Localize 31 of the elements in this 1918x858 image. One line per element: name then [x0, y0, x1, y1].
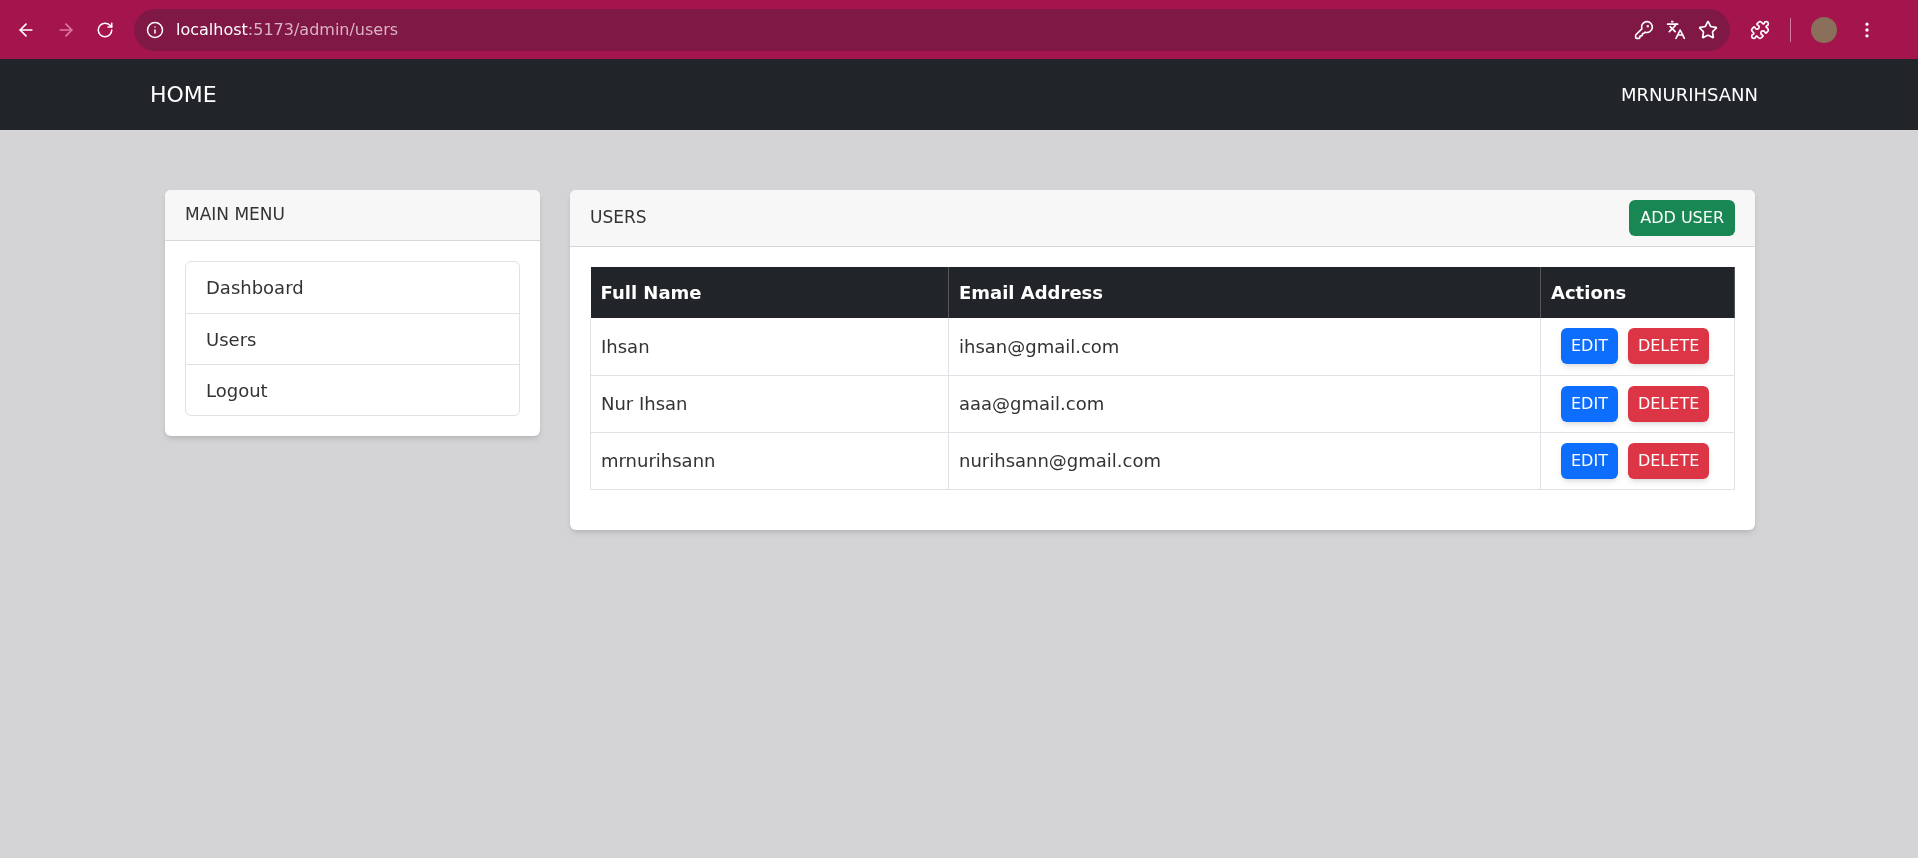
delete-button[interactable]: DELETE	[1627, 328, 1710, 365]
users-title: USERS	[590, 206, 647, 230]
table-cell: Ihsan	[590, 318, 949, 375]
delete-button[interactable]: DELETE	[1627, 442, 1710, 479]
menu-title: MAIN MENU	[185, 203, 285, 227]
key-icon[interactable]	[1634, 19, 1654, 40]
table-cell: Nur Ihsan	[590, 375, 949, 432]
column-header: Email Address	[948, 267, 1541, 318]
address-bar[interactable]: localhost:5173/admin/users	[134, 8, 1730, 51]
column-header: Actions	[1540, 267, 1735, 318]
info-icon[interactable]	[146, 20, 164, 39]
table-cell: aaa@gmail.com	[948, 375, 1541, 432]
edit-button[interactable]: EDIT	[1561, 328, 1618, 365]
user-link[interactable]: MRNURIHSANN	[1620, 81, 1758, 108]
add-user-button[interactable]: ADD USER	[1629, 200, 1735, 236]
edit-button[interactable]: EDIT	[1561, 385, 1618, 422]
table-cell: nurihsann@gmail.com	[948, 432, 1541, 489]
brand-link[interactable]: HOME	[150, 78, 217, 111]
star-icon[interactable]	[1698, 19, 1718, 40]
menu-item[interactable]: Dashboard	[186, 262, 519, 313]
url-text: localhost:5173/admin/users	[176, 18, 399, 41]
reload-icon[interactable]	[96, 20, 114, 39]
extensions-icon[interactable]	[1750, 19, 1770, 40]
edit-button[interactable]: EDIT	[1561, 442, 1618, 479]
table-cell: mrnurihsann	[590, 432, 949, 489]
translate-icon[interactable]	[1666, 19, 1686, 40]
menu-item[interactable]: Logout	[186, 364, 519, 415]
column-header: Full Name	[590, 267, 949, 318]
menu-item[interactable]: Users	[186, 313, 519, 364]
delete-button[interactable]: DELETE	[1627, 385, 1710, 422]
table-cell: ihsan@gmail.com	[948, 318, 1541, 375]
